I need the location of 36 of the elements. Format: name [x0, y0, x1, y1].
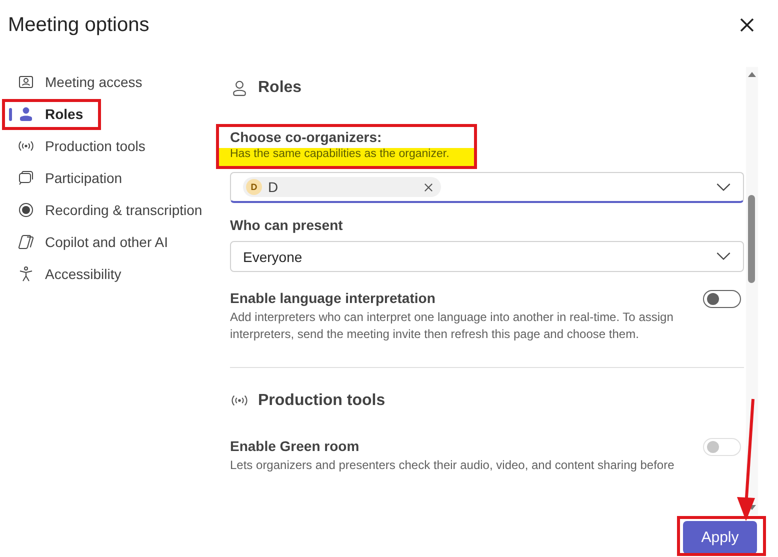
record-icon [18, 202, 34, 218]
sidebar-item[interactable]: Participation [0, 162, 215, 194]
field-label: Who can present [230, 217, 344, 233]
sidebar-item[interactable]: Accessibility [0, 258, 215, 290]
scrollbar[interactable] [746, 67, 758, 515]
field-description: Has the same capabilities as the organizer. [230, 148, 450, 160]
person-chip[interactable]: D D [243, 177, 441, 197]
sidebar-item[interactable]: Roles [0, 98, 215, 130]
setting-label: Enable Green room [230, 438, 360, 454]
people-picker[interactable]: D D [230, 172, 744, 203]
accessibility-icon [18, 266, 34, 282]
setting-label: Enable language interpretation [230, 290, 436, 306]
chevron-down-icon [716, 252, 731, 261]
dropdown[interactable]: Everyone [230, 241, 744, 272]
dropdown-value: Everyone [243, 248, 302, 264]
sidebar-item[interactable]: Meeting access [0, 66, 215, 98]
toggle-switch[interactable] [703, 290, 741, 308]
sidebar-item[interactable]: Recording & transcription [0, 194, 215, 226]
field-label: Choose co-organizers: [230, 129, 383, 145]
copilot-icon [18, 234, 34, 250]
remove-icon[interactable] [424, 182, 433, 192]
close-button[interactable] [738, 16, 756, 34]
avatar: D [246, 179, 262, 195]
section-heading: Production tools [258, 392, 386, 410]
person-icon [231, 80, 248, 96]
setting-description: Add interpreters who can interpret one language into another in real-time. To assign interpreters, send the meeting invite then refresh this page and choose them. [230, 309, 674, 343]
sidebar-item[interactable]: Production tools [0, 130, 215, 162]
person-icon [18, 106, 34, 122]
id-card-icon [18, 74, 34, 90]
section-heading: Roles [258, 79, 302, 97]
chevron-down-icon [716, 182, 731, 192]
setting-description: Lets organizers and presenters check their audio, video, and content sharing before [230, 456, 676, 474]
dialog-title: Meeting options [8, 14, 150, 36]
apply-button[interactable]: Apply [683, 521, 757, 554]
chat-bubbles-icon [18, 170, 34, 186]
sidebar-item[interactable]: Copilot and other AI [0, 226, 215, 258]
